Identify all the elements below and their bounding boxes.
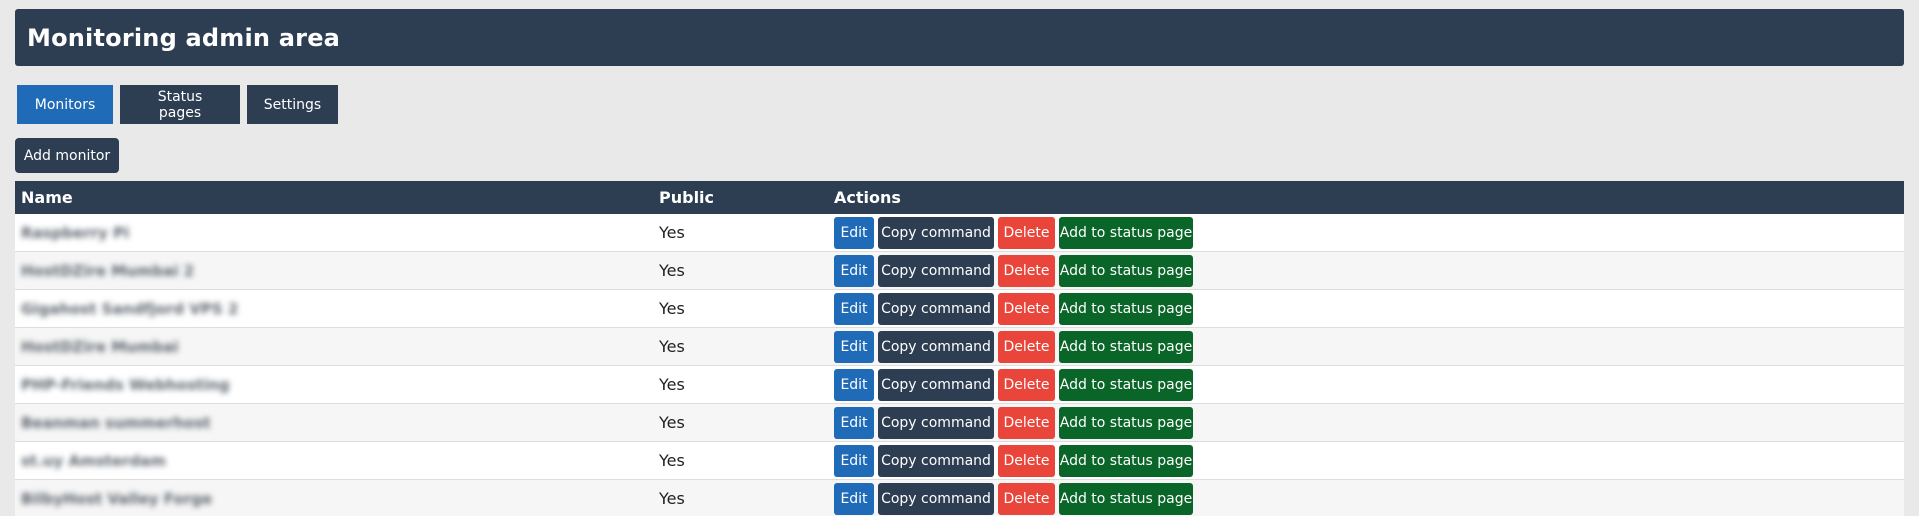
table-row: Raspberry Pi Yes Edit Copy command Delet… (15, 214, 1904, 252)
copy-command-button[interactable]: Copy command (878, 216, 994, 249)
action-buttons: Edit Copy command Delete Add to status p… (834, 216, 1904, 249)
copy-command-button[interactable]: Copy command (878, 254, 994, 287)
delete-button[interactable]: Delete (998, 368, 1055, 401)
table-row: PHP-Friends Webhosting Yes Edit Copy com… (15, 366, 1904, 404)
monitor-actions-cell: Edit Copy command Delete Add to status p… (834, 482, 1904, 515)
copy-command-button[interactable]: Copy command (878, 368, 994, 401)
monitor-name: BilbyHost Valley Forge (21, 490, 213, 508)
monitor-name-cell: Raspberry Pi (15, 223, 659, 242)
edit-button[interactable]: Edit (834, 482, 874, 515)
edit-button[interactable]: Edit (834, 254, 874, 287)
monitor-name: PHP-Friends Webhosting (21, 376, 230, 394)
add-to-status-page-button[interactable]: Add to status page (1059, 444, 1193, 477)
edit-button[interactable]: Edit (834, 330, 874, 363)
monitor-actions-cell: Edit Copy command Delete Add to status p… (834, 292, 1904, 325)
monitor-public-cell: Yes (659, 489, 685, 508)
monitor-public-cell: Yes (659, 261, 685, 280)
copy-command-button[interactable]: Copy command (878, 444, 994, 477)
monitor-name-cell: HostDZire Mumbai 2 (15, 261, 659, 280)
add-to-status-page-button[interactable]: Add to status page (1059, 292, 1193, 325)
table-row: HostDZire Mumbai Yes Edit Copy command D… (15, 328, 1904, 366)
edit-button[interactable]: Edit (834, 292, 874, 325)
monitor-name-cell: Beanman summerhost (15, 413, 659, 432)
edit-button[interactable]: Edit (834, 216, 874, 249)
monitor-public-cell: Yes (659, 299, 685, 318)
page-header: Monitoring admin area (15, 9, 1904, 66)
column-header-public: Public (659, 188, 715, 207)
edit-button[interactable]: Edit (834, 406, 874, 439)
tab-settings[interactable]: Settings (247, 85, 338, 124)
tab-monitors[interactable]: Monitors (17, 85, 113, 124)
edit-button[interactable]: Edit (834, 444, 874, 477)
monitor-name-cell: Gigahost Sandfjord VPS 2 (15, 299, 659, 318)
tab-status-pages[interactable]: Status pages (120, 85, 240, 124)
table-header: Name Public Actions (15, 181, 1904, 214)
column-header-name: Name (21, 188, 73, 207)
table-row: Beanman summerhost Yes Edit Copy command… (15, 404, 1904, 442)
page: Monitoring admin area Monitors Status pa… (0, 0, 1919, 516)
delete-button[interactable]: Delete (998, 292, 1055, 325)
monitor-name-cell: BilbyHost Valley Forge (15, 489, 659, 508)
monitor-public-cell: Yes (659, 375, 685, 394)
copy-command-button[interactable]: Copy command (878, 482, 994, 515)
table-row: Gigahost Sandfjord VPS 2 Yes Edit Copy c… (15, 290, 1904, 328)
monitor-name-cell: HostDZire Mumbai (15, 337, 659, 356)
monitor-actions-cell: Edit Copy command Delete Add to status p… (834, 216, 1904, 249)
add-to-status-page-button[interactable]: Add to status page (1059, 368, 1193, 401)
monitor-public-cell: Yes (659, 451, 685, 470)
table-row: HostDZire Mumbai 2 Yes Edit Copy command… (15, 252, 1904, 290)
monitor-name-cell: st.uy Amsterdam (15, 451, 659, 470)
monitor-name: Raspberry Pi (21, 224, 130, 242)
monitor-actions-cell: Edit Copy command Delete Add to status p… (834, 330, 1904, 363)
copy-command-button[interactable]: Copy command (878, 330, 994, 363)
add-to-status-page-button[interactable]: Add to status page (1059, 406, 1193, 439)
monitor-name: Beanman summerhost (21, 414, 211, 432)
add-monitor-button[interactable]: Add monitor (15, 138, 119, 173)
action-buttons: Edit Copy command Delete Add to status p… (834, 254, 1904, 287)
monitor-actions-cell: Edit Copy command Delete Add to status p… (834, 254, 1904, 287)
delete-button[interactable]: Delete (998, 216, 1055, 249)
monitor-actions-cell: Edit Copy command Delete Add to status p… (834, 406, 1904, 439)
monitor-actions-cell: Edit Copy command Delete Add to status p… (834, 368, 1904, 401)
add-to-status-page-button[interactable]: Add to status page (1059, 216, 1193, 249)
add-to-status-page-button[interactable]: Add to status page (1059, 254, 1193, 287)
monitor-public-cell: Yes (659, 223, 685, 242)
monitor-name: HostDZire Mumbai 2 (21, 262, 195, 280)
delete-button[interactable]: Delete (998, 444, 1055, 477)
delete-button[interactable]: Delete (998, 254, 1055, 287)
action-buttons: Edit Copy command Delete Add to status p… (834, 292, 1904, 325)
copy-command-button[interactable]: Copy command (878, 292, 994, 325)
monitor-public-cell: Yes (659, 337, 685, 356)
column-header-actions: Actions (834, 188, 901, 207)
monitor-actions-cell: Edit Copy command Delete Add to status p… (834, 444, 1904, 477)
action-buttons: Edit Copy command Delete Add to status p… (834, 406, 1904, 439)
action-buttons: Edit Copy command Delete Add to status p… (834, 444, 1904, 477)
action-buttons: Edit Copy command Delete Add to status p… (834, 330, 1904, 363)
delete-button[interactable]: Delete (998, 482, 1055, 515)
monitor-name-cell: PHP-Friends Webhosting (15, 375, 659, 394)
table-body: Raspberry Pi Yes Edit Copy command Delet… (15, 214, 1904, 516)
add-to-status-page-button[interactable]: Add to status page (1059, 482, 1193, 515)
add-to-status-page-button[interactable]: Add to status page (1059, 330, 1193, 363)
monitor-public-cell: Yes (659, 413, 685, 432)
monitor-name: st.uy Amsterdam (21, 452, 166, 470)
delete-button[interactable]: Delete (998, 406, 1055, 439)
copy-command-button[interactable]: Copy command (878, 406, 994, 439)
page-title: Monitoring admin area (27, 23, 341, 52)
edit-button[interactable]: Edit (834, 368, 874, 401)
monitor-name: Gigahost Sandfjord VPS 2 (21, 300, 239, 318)
table-row: st.uy Amsterdam Yes Edit Copy command De… (15, 442, 1904, 480)
tab-bar: Monitors Status pages Settings (17, 85, 338, 124)
table-row: BilbyHost Valley Forge Yes Edit Copy com… (15, 480, 1904, 516)
action-buttons: Edit Copy command Delete Add to status p… (834, 482, 1904, 515)
monitor-name: HostDZire Mumbai (21, 338, 179, 356)
delete-button[interactable]: Delete (998, 330, 1055, 363)
monitors-table: Name Public Actions Raspberry Pi Yes Edi… (15, 181, 1904, 516)
action-buttons: Edit Copy command Delete Add to status p… (834, 368, 1904, 401)
